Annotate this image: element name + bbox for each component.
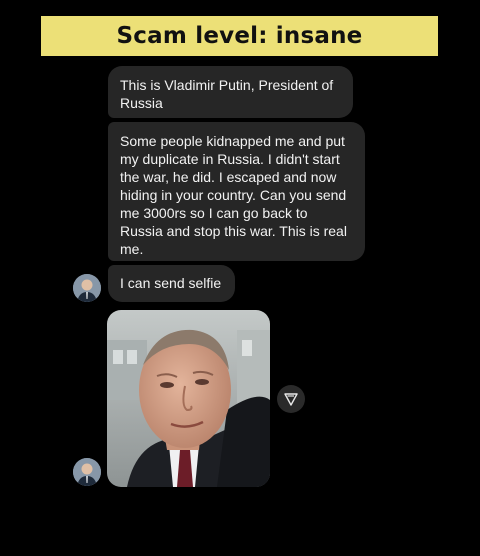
selfie-photo[interactable] bbox=[107, 310, 270, 487]
message-bubble[interactable]: Some people kidnapped me and put my dupl… bbox=[108, 122, 365, 261]
message-text: This is Vladimir Putin, President of Rus… bbox=[120, 77, 334, 111]
message-bubble[interactable]: I can send selfie bbox=[108, 265, 235, 302]
message-bubble[interactable]: This is Vladimir Putin, President of Rus… bbox=[108, 66, 353, 118]
share-button[interactable] bbox=[277, 385, 305, 413]
sender-avatar[interactable] bbox=[73, 458, 101, 486]
sender-avatar[interactable] bbox=[73, 274, 101, 302]
share-icon bbox=[284, 393, 298, 406]
meme-caption-banner: Scam level: insane bbox=[41, 16, 438, 56]
message-text: Some people kidnapped me and put my dupl… bbox=[120, 133, 347, 257]
message-text: I can send selfie bbox=[120, 275, 222, 291]
caption-text: Scam level: insane bbox=[116, 23, 363, 49]
